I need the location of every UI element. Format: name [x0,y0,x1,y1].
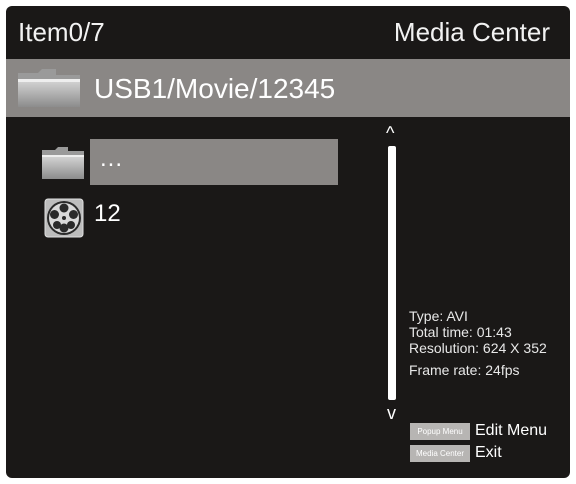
legend-label: Exit [475,444,502,461]
legend-label: Edit Menu [475,422,548,439]
list-item-file-12[interactable]: 12 [44,196,244,242]
selected-highlight: ... [90,139,338,185]
folder-icon [40,145,86,186]
film-reel-icon [44,198,84,243]
header: Item0/7 Media Center [6,6,570,56]
item-counter: Item0/7 [18,17,105,47]
file-type: Type: AVI [409,308,468,324]
popup-menu-key: Popup Menu [410,423,470,440]
scrollbar[interactable] [388,146,396,400]
frame-rate: Frame rate: 24fps [409,362,520,378]
current-path: USB1/Movie/12345 [94,73,336,104]
total-time: Total time: 01:43 [409,324,512,340]
media-center-screen: Item0/7 Media Center USB1/Movie/12345 ..… [6,6,570,478]
scroll-down-arrow[interactable]: v [387,404,396,422]
folder-icon [16,67,82,114]
list-item-label: 12 [94,200,121,227]
list-item-parent-folder[interactable]: ... [40,139,342,185]
current-path-bar: USB1/Movie/12345 [6,59,570,117]
app-title: Media Center [393,17,550,47]
resolution: Resolution: 624 X 352 [409,340,547,356]
file-info-panel: Type: AVI Total time: 01:43 Resolution: … [409,308,547,378]
list-item-label: ... [100,145,124,172]
media-center-key: Media Center [410,445,470,462]
scroll-up-arrow[interactable]: ^ [386,124,394,142]
